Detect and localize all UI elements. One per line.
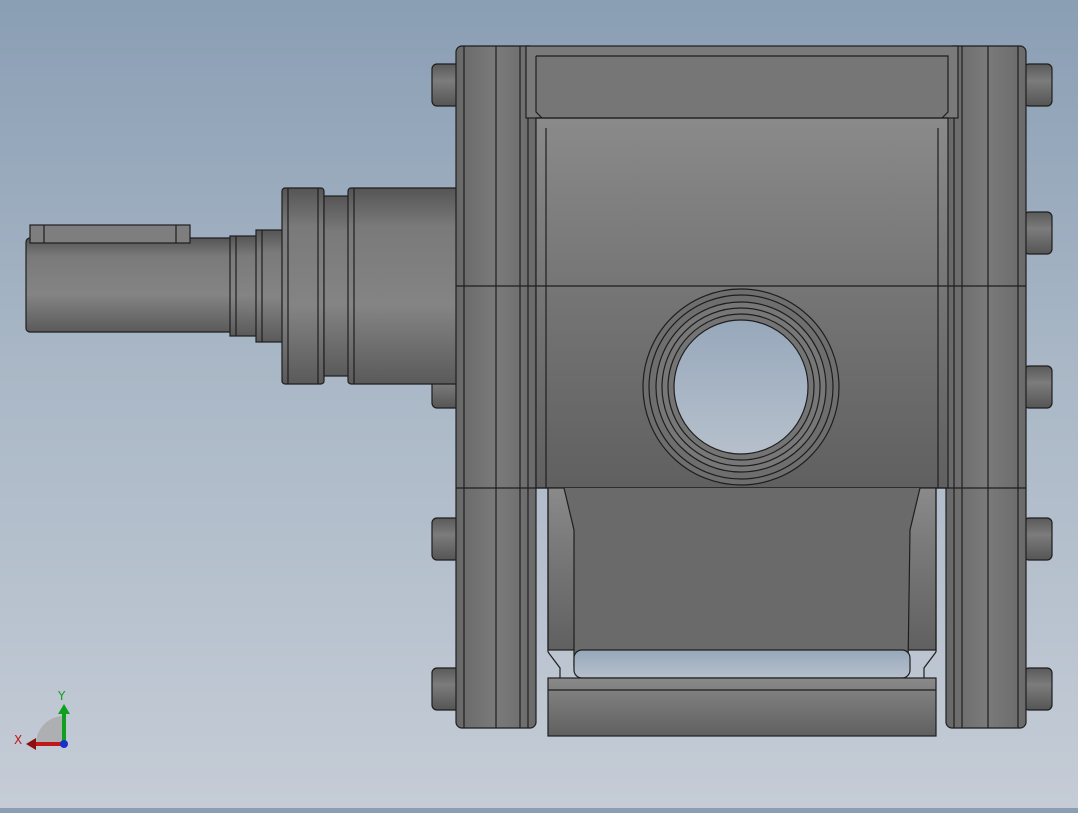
port-hole xyxy=(642,288,840,486)
triad-z-axis xyxy=(60,740,68,748)
mounting-foot xyxy=(547,487,937,737)
end-cap-right xyxy=(945,45,1027,729)
triad-y-label: Y xyxy=(57,689,66,703)
model-canvas: Y X xyxy=(14,45,1053,750)
triad-x-label: X xyxy=(14,733,22,747)
triad-plane xyxy=(36,716,64,744)
end-cap-left xyxy=(455,45,537,729)
flange xyxy=(281,187,461,385)
drive-shaft xyxy=(25,229,287,343)
cad-viewport[interactable]: Y X xyxy=(0,0,1078,808)
coordinate-triad: Y X xyxy=(14,689,70,750)
bolt-right xyxy=(1023,63,1053,711)
shaft-key xyxy=(29,224,191,244)
